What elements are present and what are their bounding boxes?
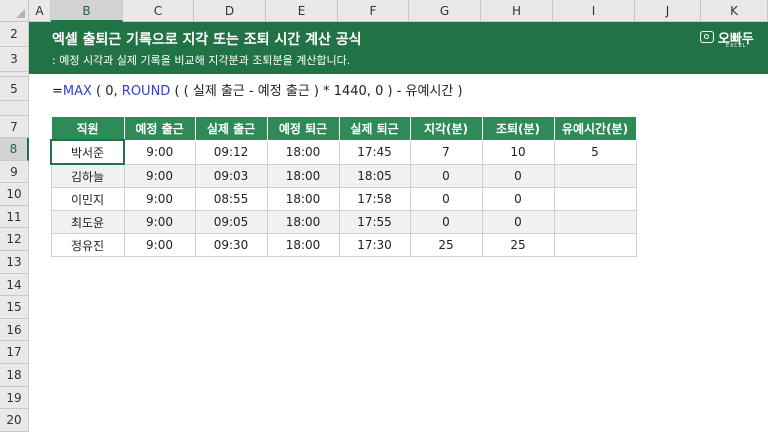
- row-header-20[interactable]: 20: [0, 409, 29, 432]
- sheet-title: 엑셀 출퇴근 기록으로 지각 또는 조퇴 시간 계산 공식: [52, 32, 362, 48]
- cell-actual-out[interactable]: 17:58: [338, 187, 411, 211]
- row-header-2[interactable]: 2: [0, 22, 29, 47]
- row-header-7[interactable]: 7: [0, 116, 29, 138]
- cell-grace-minutes[interactable]: [553, 210, 637, 234]
- table-row: 박서준 9:00 09:12 18:00 17:45 7 10 5: [50, 139, 637, 165]
- oppadu-logo-icon: [700, 31, 714, 43]
- logo-subtext: EXCEL: [726, 43, 747, 49]
- header-actual-in[interactable]: 실제 출근: [194, 116, 268, 141]
- cell-scheduled-in[interactable]: 9:00: [123, 163, 196, 188]
- row-header-18[interactable]: 18: [0, 364, 29, 387]
- row-header-9[interactable]: 9: [0, 161, 29, 183]
- row-header-12[interactable]: 12: [0, 228, 29, 251]
- row-header-13[interactable]: 13: [0, 251, 29, 274]
- column-header-g[interactable]: G: [409, 0, 481, 22]
- cell-actual-out[interactable]: 17:55: [338, 210, 411, 234]
- cell-late-minutes[interactable]: 0: [409, 163, 483, 188]
- cell-scheduled-in[interactable]: 9:00: [123, 210, 196, 234]
- cell-actual-out[interactable]: 18:05: [338, 163, 411, 188]
- row-header-19[interactable]: 19: [0, 387, 29, 409]
- cell-grace-minutes[interactable]: [553, 163, 637, 188]
- formula-fn-max: MAX: [62, 84, 92, 99]
- cell-late-minutes[interactable]: 25: [409, 233, 483, 257]
- row-header-17[interactable]: 17: [0, 341, 29, 364]
- cell-actual-in[interactable]: 09:12: [194, 139, 268, 165]
- cell-scheduled-in[interactable]: 9:00: [123, 139, 196, 165]
- column-header-i[interactable]: I: [553, 0, 635, 22]
- cell-actual-in[interactable]: 08:55: [194, 187, 268, 211]
- cell-employee[interactable]: 김하늘: [50, 163, 125, 188]
- column-header-f[interactable]: F: [338, 0, 409, 22]
- column-header-k[interactable]: K: [701, 0, 768, 22]
- cell-scheduled-out[interactable]: 18:00: [266, 210, 340, 234]
- cell-scheduled-out[interactable]: 18:00: [266, 233, 340, 257]
- header-grace-minutes[interactable]: 유예시간(분): [553, 116, 637, 141]
- row-header-5[interactable]: 5: [0, 77, 29, 101]
- column-header-d[interactable]: D: [194, 0, 266, 22]
- cell-scheduled-out[interactable]: 18:00: [266, 139, 340, 165]
- select-all-triangle-icon: [16, 9, 25, 18]
- cell-early-leave-minutes[interactable]: 0: [481, 187, 555, 211]
- cell-actual-in[interactable]: 09:03: [194, 163, 268, 188]
- attendance-table: 직원 예정 출근 실제 출근 예정 퇴근 실제 퇴근 지각(분) 조퇴(분) 유…: [50, 116, 637, 257]
- column-header-e[interactable]: E: [266, 0, 338, 22]
- sheet-subtitle: : 예정 시각과 실제 기록을 비교해 지각분과 조퇴분을 계산합니다.: [52, 54, 351, 67]
- cell-scheduled-in[interactable]: 9:00: [123, 233, 196, 257]
- row-header-8[interactable]: 8: [0, 138, 29, 161]
- cell-scheduled-in[interactable]: 9:00: [123, 187, 196, 211]
- row-header-15[interactable]: 15: [0, 296, 29, 319]
- cell-actual-in[interactable]: 09:05: [194, 210, 268, 234]
- column-header-h[interactable]: H: [481, 0, 553, 22]
- cell-actual-out[interactable]: 17:30: [338, 233, 411, 257]
- cell-late-minutes[interactable]: 0: [409, 187, 483, 211]
- column-header-b[interactable]: B: [51, 0, 123, 22]
- row-header-6[interactable]: [0, 101, 29, 116]
- row-header-16[interactable]: 16: [0, 319, 29, 341]
- table-row: 정유진 9:00 09:30 18:00 17:30 25 25: [50, 233, 637, 257]
- header-scheduled-in[interactable]: 예정 출근: [123, 116, 196, 141]
- header-early-leave-minutes[interactable]: 조퇴(분): [481, 116, 555, 141]
- cell-grace-minutes[interactable]: [553, 187, 637, 211]
- header-actual-out[interactable]: 실제 퇴근: [338, 116, 411, 141]
- row-header-14[interactable]: 14: [0, 274, 29, 296]
- cell-late-minutes[interactable]: 0: [409, 210, 483, 234]
- table-row: 김하늘 9:00 09:03 18:00 18:05 0 0: [50, 163, 637, 188]
- table-row: 이민지 9:00 08:55 18:00 17:58 0 0: [50, 187, 637, 211]
- column-header-a[interactable]: A: [29, 0, 51, 22]
- cell-employee[interactable]: 박서준: [50, 139, 125, 165]
- cell-early-leave-minutes[interactable]: 0: [481, 163, 555, 188]
- formula-fn-round: ROUND: [121, 84, 171, 99]
- cell-late-minutes[interactable]: 7: [409, 139, 483, 165]
- cell-scheduled-out[interactable]: 18:00: [266, 163, 340, 188]
- cell-grace-minutes[interactable]: 5: [553, 139, 637, 165]
- cell-employee[interactable]: 최도윤: [50, 210, 125, 234]
- formula-text[interactable]: =MAX ( 0, ROUND ( ( 실제 출근 - 예정 출근 ) * 14…: [52, 80, 463, 99]
- cell-early-leave-minutes[interactable]: 0: [481, 210, 555, 234]
- formula-equals: =: [52, 84, 63, 99]
- header-employee[interactable]: 직원: [50, 116, 125, 141]
- cell-actual-in[interactable]: 09:30: [194, 233, 268, 257]
- cell-early-leave-minutes[interactable]: 10: [481, 139, 555, 165]
- cell-early-leave-minutes[interactable]: 25: [481, 233, 555, 257]
- cell-scheduled-out[interactable]: 18:00: [266, 187, 340, 211]
- header-scheduled-out[interactable]: 예정 퇴근: [266, 116, 340, 141]
- formula-part-1: ( 0,: [91, 84, 122, 99]
- cell-employee[interactable]: 정유진: [50, 233, 125, 257]
- column-header-j[interactable]: J: [635, 0, 701, 22]
- table-header-row: 직원 예정 출근 실제 출근 예정 퇴근 실제 퇴근 지각(분) 조퇴(분) 유…: [50, 116, 637, 141]
- select-all-corner[interactable]: [0, 0, 29, 22]
- row-header-11[interactable]: 11: [0, 206, 29, 228]
- row-header-3[interactable]: 3: [0, 47, 29, 72]
- table-row: 최도윤 9:00 09:05 18:00 17:55 0 0: [50, 210, 637, 234]
- cell-grace-minutes[interactable]: [553, 233, 637, 257]
- cell-actual-out[interactable]: 17:45: [338, 139, 411, 165]
- header-late-minutes[interactable]: 지각(분): [409, 116, 483, 141]
- row-header-10[interactable]: 10: [0, 183, 29, 206]
- cell-employee[interactable]: 이민지: [50, 187, 125, 211]
- formula-part-2: ( ( 실제 출근 - 예정 출근 ) * 1440, 0 ) - 유예시간 ): [170, 84, 463, 99]
- column-header-c[interactable]: C: [123, 0, 194, 22]
